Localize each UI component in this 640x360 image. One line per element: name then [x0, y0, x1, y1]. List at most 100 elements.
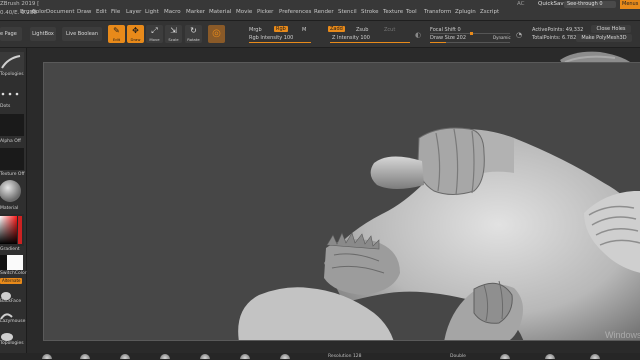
- dots-stroke-icon: [1, 92, 19, 96]
- draw-size-slider[interactable]: Draw Size 202: [430, 35, 466, 41]
- menu-marker[interactable]: Marker: [186, 9, 205, 15]
- menu-preferences[interactable]: Preferences: [279, 9, 311, 15]
- brush-thumbnail[interactable]: [0, 52, 24, 72]
- rotate-label: Rotate: [187, 37, 200, 42]
- bottom-brush-icon-4[interactable]: [160, 354, 170, 359]
- scale-icon: ⇲: [170, 26, 177, 35]
- menu-color[interactable]: Color: [32, 9, 46, 15]
- menu-file[interactable]: File: [111, 9, 120, 15]
- bottom-shelf: [0, 353, 640, 360]
- windows-watermark: Windows: [605, 330, 640, 340]
- live-boolean-button[interactable]: Live Boolean: [62, 27, 102, 41]
- bottom-brush-icon-6[interactable]: [240, 354, 250, 359]
- focal-shift-knob[interactable]: [470, 32, 473, 35]
- topology-thumbnail[interactable]: [0, 328, 24, 341]
- rgb-intensity-slider[interactable]: Rgb Intensity 100: [249, 35, 293, 41]
- bottom-brush-icon-3[interactable]: [120, 354, 130, 359]
- alpha-thumbnail[interactable]: [0, 114, 24, 136]
- main-color-swatch[interactable]: [7, 255, 23, 270]
- polyframe-icon: ◎: [212, 28, 221, 39]
- bottom-brush-icon-10[interactable]: [590, 354, 600, 359]
- move-mode-button[interactable]: ⤢ Move: [146, 25, 163, 43]
- close-holes-button[interactable]: Close Holes: [591, 25, 631, 33]
- switch-color-label[interactable]: SwitchColor: [0, 271, 27, 276]
- menu-material[interactable]: Material: [209, 9, 231, 15]
- active-points-readout: ActivePoints: 49,332: [532, 27, 584, 33]
- dots-label: Dots: [0, 104, 11, 109]
- mrgb-toggle[interactable]: Mrgb: [249, 27, 262, 33]
- bottom-brush-icon-9[interactable]: [545, 354, 555, 359]
- dynamesh-icon: ◔: [516, 31, 523, 39]
- menu-zplugin[interactable]: Zplugin: [455, 9, 476, 15]
- lazymouse-label: Lazymouse: [0, 319, 26, 324]
- z-intensity-track[interactable]: [330, 42, 410, 43]
- see-through-label: See-through 0: [567, 1, 603, 7]
- stroke-thumbnail[interactable]: [0, 82, 24, 102]
- move-icon: ⤢: [151, 26, 158, 35]
- bottom-brush-icon-5[interactable]: [200, 354, 210, 359]
- lazymouse-thumbnail[interactable]: [0, 306, 24, 320]
- alpha-off-label: Alpha Off: [0, 139, 21, 144]
- scale-mode-button[interactable]: ⇲ Scale: [165, 25, 182, 43]
- lightbox-button[interactable]: LightBox: [30, 27, 56, 41]
- zsub-toggle[interactable]: Zsub: [356, 27, 368, 33]
- menu-movie[interactable]: Movie: [236, 9, 252, 15]
- menu-macro[interactable]: Macro: [164, 9, 181, 15]
- menu-stroke[interactable]: Stroke: [361, 9, 379, 15]
- scale-label: Scale: [168, 37, 179, 42]
- backface-label: BackFace: [0, 299, 22, 304]
- zcut-toggle[interactable]: Zcut: [384, 27, 395, 33]
- menu-layer[interactable]: Layer: [126, 9, 141, 15]
- rgb-intensity-fill: [249, 42, 311, 43]
- menu-light[interactable]: Light: [145, 9, 159, 15]
- dynamic-toggle[interactable]: Dynamic: [493, 35, 511, 40]
- ac-toggle[interactable]: AC: [517, 1, 525, 7]
- focal-shift-track[interactable]: [430, 32, 510, 35]
- make-polymesh-button[interactable]: Make PolyMesh3D: [576, 34, 632, 42]
- rgb-toggle[interactable]: Rgb: [274, 26, 288, 32]
- m-toggle[interactable]: M: [302, 27, 306, 33]
- focal-shift-icon: ◐: [415, 31, 422, 39]
- menu-draw[interactable]: Draw: [77, 9, 91, 15]
- draw-size-fill: [430, 42, 446, 43]
- draw-icon: ✥: [132, 26, 139, 35]
- quicksave-button[interactable]: QuickSave: [538, 1, 567, 7]
- menu-stencil[interactable]: Stencil: [338, 9, 357, 15]
- color-picker[interactable]: [0, 214, 24, 246]
- brush-icon: [1, 55, 21, 69]
- menu-render[interactable]: Render: [314, 9, 334, 15]
- menu-transform[interactable]: Transform: [424, 9, 451, 15]
- bottom-brush-icon-1[interactable]: [42, 354, 52, 359]
- z-intensity-fill: [330, 42, 410, 43]
- document-canvas[interactable]: [43, 62, 640, 341]
- menu-edit[interactable]: Edit: [96, 9, 107, 15]
- alternate-toggle[interactable]: Alternate: [0, 278, 23, 284]
- polyframe-button[interactable]: ◎: [208, 25, 225, 43]
- rotate-mode-button[interactable]: ↻ Rotate: [185, 25, 202, 43]
- rgb-intensity-track[interactable]: [249, 42, 311, 43]
- home-page-button[interactable]: e Page: [0, 27, 22, 41]
- menu-tool[interactable]: Tool: [406, 9, 417, 15]
- draw-size-track[interactable]: [430, 42, 510, 43]
- menus-button[interactable]: Menus: [620, 0, 640, 9]
- draw-mode-button[interactable]: ✥ Draw: [127, 25, 144, 43]
- bottom-brush-icon-7[interactable]: [280, 354, 290, 359]
- edit-mode-button[interactable]: ✎ Edit: [108, 25, 125, 43]
- texture-thumbnail[interactable]: [0, 148, 24, 170]
- menu-picker[interactable]: Picker: [257, 9, 273, 15]
- bottom-brush-icon-8[interactable]: [500, 354, 510, 359]
- z-intensity-slider[interactable]: Z Intensity 100: [332, 35, 370, 41]
- sculpt-model-render: [238, 127, 640, 340]
- material-thumbnail[interactable]: [0, 178, 24, 204]
- menu-zscript[interactable]: Zscript: [480, 9, 499, 15]
- see-through-slider[interactable]: See-through 0: [564, 1, 616, 8]
- zadd-toggle[interactable]: Zadd: [328, 26, 345, 32]
- backface-thumbnail[interactable]: [0, 286, 24, 300]
- texture-off-label: Texture Off: [0, 172, 25, 177]
- menu-texture[interactable]: Texture: [383, 9, 403, 15]
- resolution-slider[interactable]: Resolution 128: [328, 354, 362, 359]
- double-toggle[interactable]: Double: [450, 354, 466, 359]
- menu-document[interactable]: Document: [46, 9, 75, 15]
- bottom-brush-icon-2[interactable]: [80, 354, 90, 359]
- app-title: ZBrush 2019 [: [0, 1, 40, 7]
